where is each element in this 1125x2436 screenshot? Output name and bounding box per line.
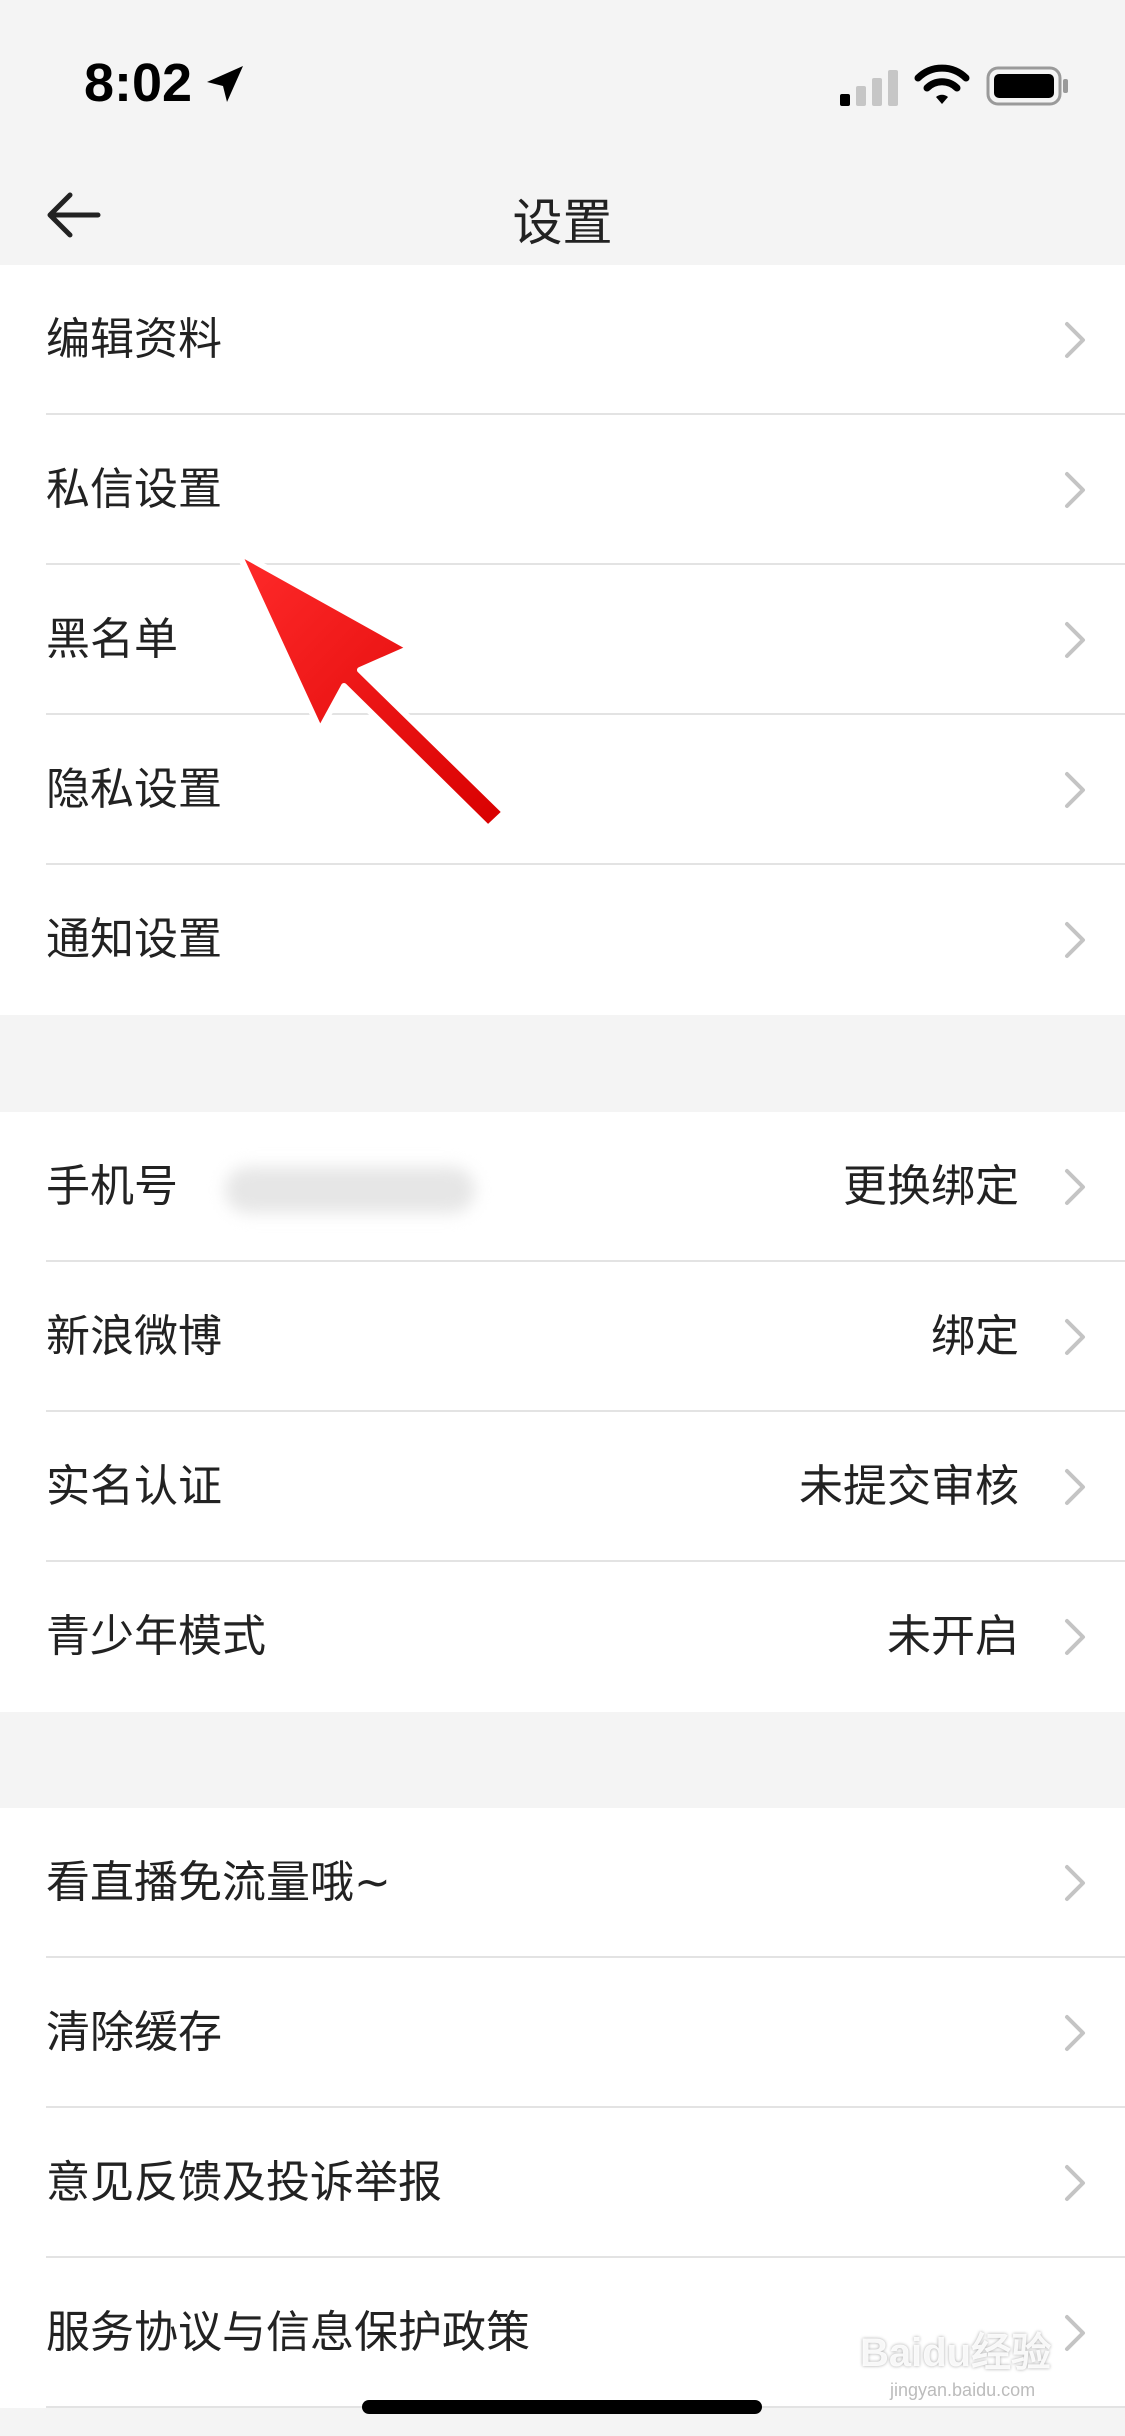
chevron-right-icon xyxy=(1065,2015,1085,2051)
annotation-arrow-icon xyxy=(235,549,508,831)
chevron-right-icon xyxy=(1065,1865,1085,1901)
chevron-right-icon xyxy=(1065,1619,1085,1655)
row-message-settings[interactable]: 私信设置 xyxy=(0,415,1125,565)
chevron-right-icon xyxy=(1065,472,1085,508)
row-real-name-verification[interactable]: 实名认证 未提交审核 xyxy=(0,1412,1125,1562)
location-arrow-icon xyxy=(203,62,247,110)
status-bar: 8:02 xyxy=(0,0,1125,165)
baidu-watermark-url: jingyan.baidu.com xyxy=(890,2380,1036,2400)
chevron-right-icon xyxy=(1065,922,1085,958)
baidu-watermark: Baidu经验 xyxy=(860,2331,1052,2375)
chevron-right-icon xyxy=(1065,2315,1085,2351)
row-value: 未开启 xyxy=(887,1611,1019,1662)
row-label: 通知设置 xyxy=(46,914,222,965)
row-label: 服务协议与信息保护政策 xyxy=(46,2307,530,2358)
settings-group-other: 看直播免流量哦~ 清除缓存 意见反馈及投诉举报 服务协议与信息保护政策 xyxy=(0,1808,1125,2408)
chevron-right-icon xyxy=(1065,622,1085,658)
home-indicator[interactable] xyxy=(362,2400,762,2414)
row-label: 青少年模式 xyxy=(46,1611,266,1662)
battery-icon xyxy=(986,64,1070,112)
wifi-icon xyxy=(914,64,970,110)
row-notification-settings[interactable]: 通知设置 xyxy=(0,865,1125,1015)
row-free-data-live[interactable]: 看直播免流量哦~ xyxy=(0,1808,1125,1958)
row-label: 私信设置 xyxy=(46,464,222,515)
cellular-signal-icon xyxy=(840,70,902,110)
row-clear-cache[interactable]: 清除缓存 xyxy=(0,1958,1125,2108)
row-label: 新浪微博 xyxy=(46,1311,222,1362)
row-label: 手机号 xyxy=(46,1161,178,1212)
page-title: 设置 xyxy=(512,194,613,252)
row-label: 意见反馈及投诉举报 xyxy=(46,2157,442,2208)
row-edit-profile[interactable]: 编辑资料 xyxy=(0,265,1125,415)
chevron-right-icon xyxy=(1065,2165,1085,2201)
settings-screen: 8:02 设置 编辑资料 私信设置 黑名单 隐私设置 通知设置 手机号 更换绑定… xyxy=(0,0,1125,2436)
row-value: 绑定 xyxy=(931,1311,1019,1362)
chevron-right-icon xyxy=(1065,322,1085,358)
row-privacy-settings[interactable]: 隐私设置 xyxy=(0,715,1125,865)
row-teen-mode[interactable]: 青少年模式 未开启 xyxy=(0,1562,1125,1712)
row-label: 编辑资料 xyxy=(46,314,222,365)
row-label: 黑名单 xyxy=(46,614,178,665)
row-label: 看直播免流量哦~ xyxy=(46,1857,391,1908)
chevron-right-icon xyxy=(1065,772,1085,808)
row-blacklist[interactable]: 黑名单 xyxy=(0,565,1125,715)
row-value: 未提交审核 xyxy=(799,1461,1019,1512)
chevron-right-icon xyxy=(1065,1319,1085,1355)
chevron-right-icon xyxy=(1065,1169,1085,1205)
status-time: 8:02 xyxy=(84,53,193,113)
row-label: 实名认证 xyxy=(46,1461,222,1512)
row-value: 更换绑定 xyxy=(843,1161,1019,1212)
nav-bar: 设置 xyxy=(0,165,1125,265)
row-label: 隐私设置 xyxy=(46,764,222,815)
settings-group-binding: 手机号 更换绑定 新浪微博 绑定 实名认证 未提交审核 青少年模式 未开启 xyxy=(0,1112,1125,1712)
row-feedback-report[interactable]: 意见反馈及投诉举报 xyxy=(0,2108,1125,2258)
blurred-phone-number xyxy=(225,1167,475,1213)
row-sina-weibo[interactable]: 新浪微博 绑定 xyxy=(0,1262,1125,1412)
chevron-right-icon xyxy=(1065,1469,1085,1505)
row-phone-number[interactable]: 手机号 更换绑定 xyxy=(0,1112,1125,1262)
settings-group-account: 编辑资料 私信设置 黑名单 隐私设置 通知设置 xyxy=(0,265,1125,1015)
row-label: 清除缓存 xyxy=(46,2007,222,2058)
